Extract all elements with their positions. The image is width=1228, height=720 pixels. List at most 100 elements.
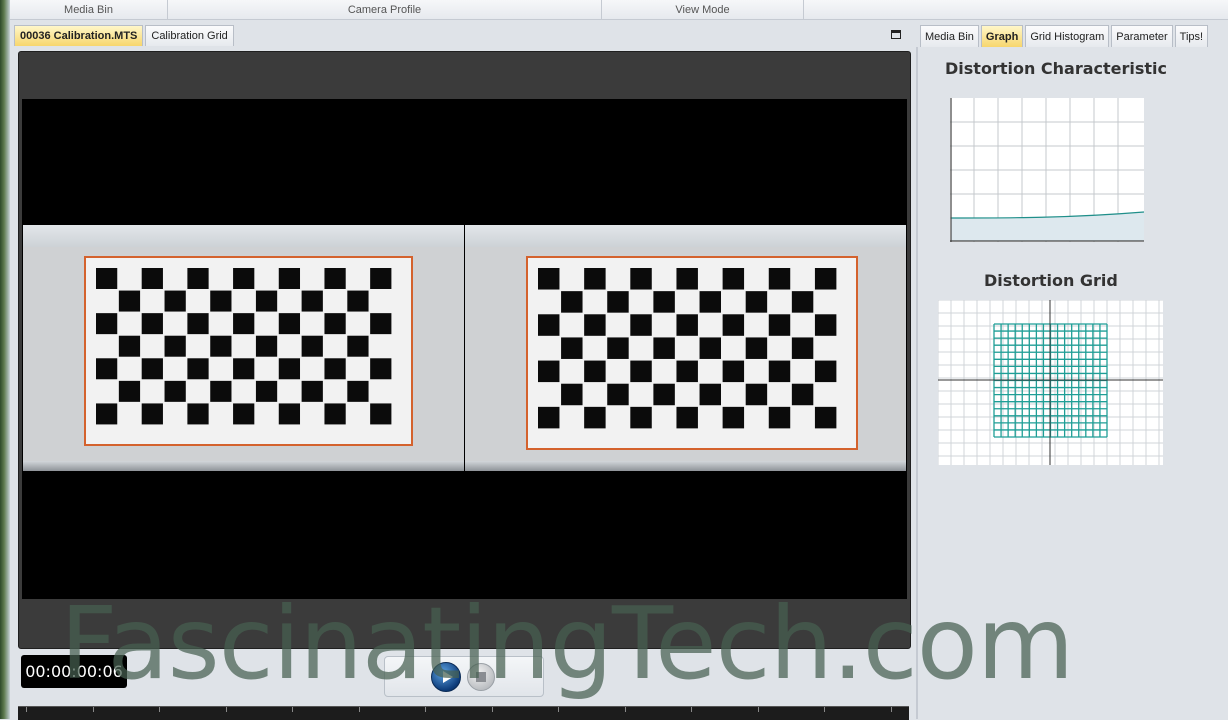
checker-square <box>370 268 392 289</box>
checker-square <box>96 403 118 425</box>
checker-square <box>187 403 209 425</box>
checker-square <box>814 360 837 383</box>
checker-square <box>745 383 768 406</box>
checker-square <box>561 383 583 406</box>
checker-square <box>324 268 346 289</box>
tab-calibration-video[interactable]: 00036 Calibration.MTS <box>14 25 144 46</box>
timeline-tick <box>558 707 559 712</box>
video-frame-right <box>465 225 906 471</box>
timeline-tick <box>824 707 825 712</box>
checker-square <box>164 380 186 402</box>
checker-square <box>722 406 745 429</box>
checker-square <box>607 337 629 359</box>
watermark-text: FascinatingTech.com <box>60 585 1074 702</box>
checker-square <box>699 291 721 313</box>
checker-square <box>607 383 629 406</box>
checker-square <box>814 268 837 290</box>
checker-square <box>814 406 837 429</box>
checker-square <box>210 290 232 312</box>
checker-square <box>745 291 768 313</box>
checker-square <box>164 335 186 357</box>
checker-square <box>141 403 163 425</box>
checker-square <box>233 313 255 335</box>
video-preview-panel <box>18 51 911 649</box>
checkerboard-right <box>526 256 858 450</box>
timeline-tick <box>26 707 27 712</box>
checker-square <box>96 358 118 380</box>
tab-tips[interactable]: Tips! <box>1174 25 1209 47</box>
checker-square <box>561 337 583 359</box>
checker-square <box>745 337 768 359</box>
checker-square <box>370 313 392 335</box>
toolbar-view-mode[interactable]: View Mode <box>602 0 804 19</box>
video-frame-left <box>23 225 464 471</box>
checker-square <box>301 290 323 312</box>
toolbar-label: View Mode <box>675 3 730 16</box>
top-toolbar: Media Bin Camera Profile View Mode <box>10 0 1228 20</box>
timeline-tick <box>691 707 692 712</box>
maximize-icon[interactable] <box>891 30 901 39</box>
tab-calibration-grid[interactable]: Calibration Grid <box>145 25 234 46</box>
checker-square <box>538 406 560 429</box>
checker-square <box>233 403 255 425</box>
checker-square <box>301 335 323 357</box>
checker-square <box>324 403 346 425</box>
checker-square <box>118 380 141 402</box>
timeline-tick <box>624 707 626 712</box>
timeline-tick <box>292 707 293 712</box>
tab-graph[interactable]: Graph <box>980 25 1024 47</box>
checker-square <box>96 313 118 335</box>
checker-square <box>584 268 606 290</box>
checker-square <box>324 358 346 380</box>
checker-square <box>630 314 652 336</box>
checker-square <box>255 290 278 312</box>
checker-square <box>118 290 141 312</box>
distortion-characteristic-title: Distortion Characteristic <box>945 59 1168 78</box>
checker-square <box>210 380 232 402</box>
timeline-tick <box>890 707 892 712</box>
checker-square <box>233 268 255 289</box>
timeline-tick <box>225 707 227 712</box>
characteristic-plot <box>950 98 1145 242</box>
checker-square <box>538 268 560 290</box>
toolbar-label: Media Bin <box>64 3 113 16</box>
checker-square <box>301 380 323 402</box>
checker-square <box>255 380 278 402</box>
checker-square <box>278 313 301 335</box>
checker-square <box>370 358 392 380</box>
distortion-characteristic-graph <box>950 98 1145 242</box>
checkerboard-left <box>84 256 413 446</box>
checker-square <box>118 335 141 357</box>
checker-square <box>607 291 629 313</box>
tab-parameter[interactable]: Parameter <box>1111 25 1173 47</box>
checker-square <box>141 268 163 289</box>
checker-square <box>699 383 721 406</box>
timeline-tick <box>159 707 160 712</box>
checker-square <box>255 335 278 357</box>
checker-square <box>187 268 209 289</box>
checker-square <box>324 313 346 335</box>
tab-grid-histogram[interactable]: Grid Histogram <box>1025 25 1110 47</box>
timeline-tick <box>425 707 426 712</box>
checker-square <box>278 268 301 289</box>
checker-square <box>768 268 791 290</box>
checker-square <box>584 360 606 383</box>
checker-square <box>653 337 675 359</box>
checker-square <box>791 337 814 359</box>
checker-square <box>630 268 652 290</box>
checker-square <box>278 403 301 425</box>
checker-square <box>347 335 369 357</box>
frame-topband <box>23 225 464 247</box>
checker-square <box>676 360 698 383</box>
timeline-scrubber[interactable] <box>18 706 909 720</box>
frame-botband <box>23 461 464 471</box>
toolbar-media-bin[interactable]: Media Bin <box>10 0 168 19</box>
checker-square <box>791 383 814 406</box>
video-area <box>22 99 907 599</box>
tab-media-bin[interactable]: Media Bin <box>920 25 979 47</box>
checker-square <box>370 403 392 425</box>
checker-square <box>538 360 560 383</box>
toolbar-camera-profile[interactable]: Camera Profile <box>168 0 602 19</box>
checkerboard-pattern <box>538 268 837 429</box>
checker-square <box>768 360 791 383</box>
